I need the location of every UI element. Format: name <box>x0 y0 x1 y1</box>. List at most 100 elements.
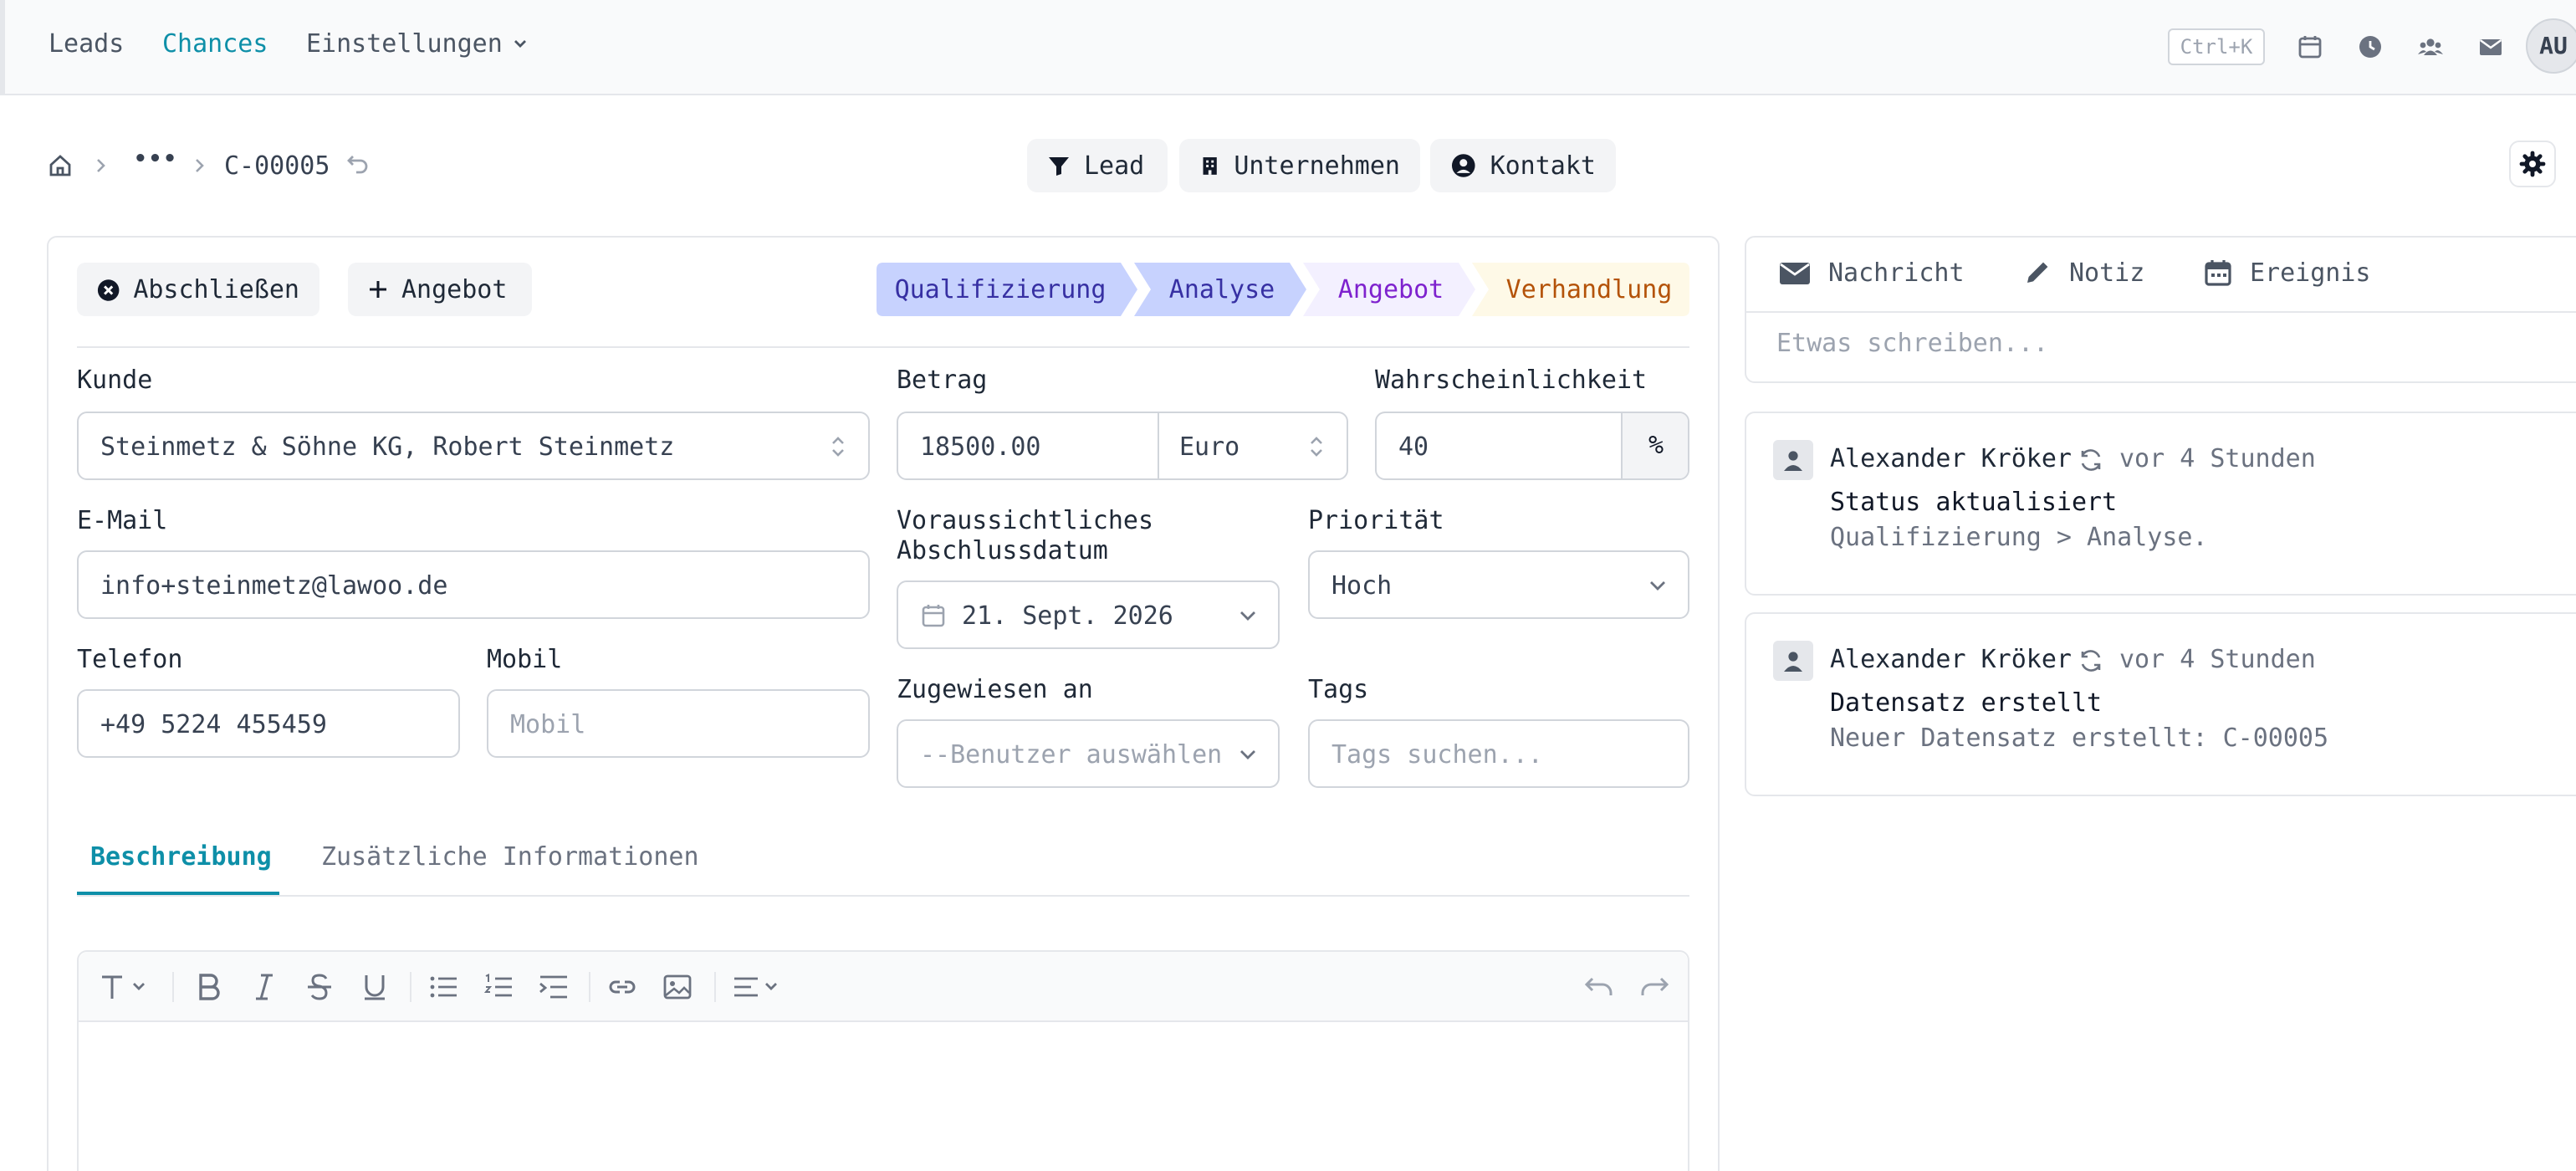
tab-description[interactable]: Beschreibung <box>90 841 272 872</box>
lead-button[interactable]: Lead <box>1027 139 1168 192</box>
strikethrough-icon[interactable] <box>303 970 336 1004</box>
priority-label: Priorität <box>1308 505 1444 535</box>
currency-select[interactable]: Euro <box>1179 432 1239 462</box>
mail-icon[interactable] <box>2477 33 2504 60</box>
stage-analysis[interactable]: Analyse <box>1134 263 1306 316</box>
refresh-icon <box>2081 650 2101 672</box>
command-palette-shortcut[interactable]: Ctrl+K <box>2168 28 2265 65</box>
calendar-icon[interactable] <box>2297 33 2323 60</box>
composer-tab-note-label: Notiz <box>2069 258 2145 288</box>
customer-select[interactable]: Steinmetz & Söhne KG, Robert Steinmetz <box>77 412 870 480</box>
close-date-label: Voraussichtliches Abschlussdatum <box>897 505 1154 565</box>
composer-tab-event-label: Ereignis <box>2250 258 2371 288</box>
bold-icon[interactable] <box>192 970 226 1004</box>
amount-input[interactable]: 18500.00 <box>920 432 1041 462</box>
app-root: Leads Chances Einstellungen Ctrl+K AU ••… <box>0 0 2576 1171</box>
mobile-label: Mobil <box>487 644 563 674</box>
editor-toolbar <box>79 952 1688 1022</box>
composer-input[interactable]: Etwas schreiben... <box>1776 328 2048 358</box>
breadcrumb-ellipsis[interactable]: ••• <box>134 147 178 172</box>
chevron-down-icon <box>1650 581 1665 591</box>
activity-detail: Qualifizierung > Analyse. <box>1830 522 2208 552</box>
calendar-icon <box>2205 260 2231 286</box>
activity-time: vor 4 Stunden <box>2119 443 2316 473</box>
phone-label: Telefon <box>77 644 183 674</box>
amount-divider <box>1158 413 1159 478</box>
priority-value: Hoch <box>1331 570 1393 600</box>
nav-settings[interactable]: Einstellungen <box>306 28 529 59</box>
clock-icon[interactable] <box>2357 33 2384 60</box>
refresh-icon <box>2081 449 2101 471</box>
add-quote-button[interactable]: Angebot <box>348 263 532 316</box>
lead-button-label: Lead <box>1084 151 1145 181</box>
contact-button-label: Kontakt <box>1490 151 1596 181</box>
mail-icon <box>1780 263 1810 284</box>
underline-icon[interactable] <box>358 970 391 1004</box>
add-quote-button-label: Angebot <box>401 274 508 304</box>
indent-icon[interactable] <box>537 970 570 1004</box>
link-icon[interactable] <box>606 970 639 1004</box>
user-avatar[interactable]: AU <box>2526 18 2576 74</box>
description-editor[interactable] <box>77 950 1689 1171</box>
composer-tab-message-label: Nachricht <box>1828 258 1965 288</box>
percent-addon: % <box>1621 413 1688 478</box>
tags-placeholder: Tags suchen... <box>1331 739 1543 769</box>
phone-field[interactable]: +49 5224 455459 <box>77 689 460 758</box>
divider <box>77 346 1689 348</box>
stage-qualification[interactable]: Qualifizierung <box>877 263 1137 316</box>
settings-button[interactable] <box>2509 141 2556 187</box>
users-icon[interactable] <box>2417 33 2444 60</box>
undo-icon[interactable] <box>1582 970 1616 1004</box>
toolbar-separator <box>172 972 174 1002</box>
stage-qualification-label: Qualifizierung <box>894 274 1107 304</box>
activity-user: Alexander Kröker <box>1830 443 2072 473</box>
stage-negotiation[interactable]: Verhandlung <box>1472 263 1689 316</box>
close-date-picker[interactable]: 21. Sept. 2026 <box>897 580 1280 649</box>
tab-additional-info[interactable]: Zusätzliche Informationen <box>321 841 699 872</box>
composer-tab-message[interactable]: Nachricht <box>1778 258 1965 288</box>
mobile-field[interactable]: Mobil <box>487 689 870 758</box>
email-field[interactable]: info+steinmetz@lawoo.de <box>77 550 870 619</box>
user-avatar-icon <box>1773 440 1813 480</box>
assignee-select[interactable]: --Benutzer auswählen <box>897 719 1280 788</box>
nav-leads[interactable]: Leads <box>49 28 124 59</box>
tags-input[interactable]: Tags suchen... <box>1308 719 1689 788</box>
company-button-label: Unternehmen <box>1234 151 1400 181</box>
undo-icon[interactable] <box>345 151 371 177</box>
numbered-list-icon[interactable] <box>482 970 515 1004</box>
calendar-icon <box>922 604 945 626</box>
user-avatar-icon <box>1773 641 1813 681</box>
stage-negotiation-label: Verhandlung <box>1505 274 1673 304</box>
composer-tab-note[interactable]: Notiz <box>2022 258 2144 288</box>
stage-analysis-label: Analyse <box>1168 274 1275 304</box>
gear-icon <box>2519 151 2546 177</box>
stage-offer[interactable]: Angebot <box>1303 263 1475 316</box>
priority-select[interactable]: Hoch <box>1308 550 1689 619</box>
assigned-label: Zugewiesen an <box>897 674 1093 704</box>
contact-button[interactable]: Kontakt <box>1430 139 1616 192</box>
company-button[interactable]: Unternehmen <box>1179 139 1420 192</box>
probability-input[interactable]: 40 <box>1398 432 1429 462</box>
nav-chances[interactable]: Chances <box>162 28 268 59</box>
tags-label: Tags <box>1308 674 1369 704</box>
italic-icon[interactable] <box>248 970 281 1004</box>
image-icon[interactable] <box>661 970 694 1004</box>
stage-offer-label: Angebot <box>1337 274 1444 304</box>
probability-group: 40 % <box>1375 412 1689 480</box>
chevron-down-icon <box>514 40 527 48</box>
email-field-value: info+steinmetz@lawoo.de <box>100 570 448 600</box>
home-icon[interactable] <box>47 152 74 179</box>
amount-label: Betrag <box>897 365 988 395</box>
close-date-value: 21. Sept. 2026 <box>962 600 1173 630</box>
redo-icon[interactable] <box>1638 970 1671 1004</box>
assignee-placeholder: --Benutzer auswählen <box>920 739 1223 769</box>
bullet-list-icon[interactable] <box>427 970 460 1004</box>
close-deal-button[interactable]: Abschließen <box>77 263 319 316</box>
align-icon[interactable] <box>731 970 785 1004</box>
mobile-field-placeholder: Mobil <box>510 708 586 739</box>
phone-field-value: +49 5224 455459 <box>100 708 327 739</box>
text-style-icon[interactable] <box>99 970 149 1004</box>
chevron-updown-icon <box>1311 437 1322 457</box>
composer-tab-event[interactable]: Ereignis <box>2203 258 2371 288</box>
chevron-right-icon <box>196 159 204 172</box>
